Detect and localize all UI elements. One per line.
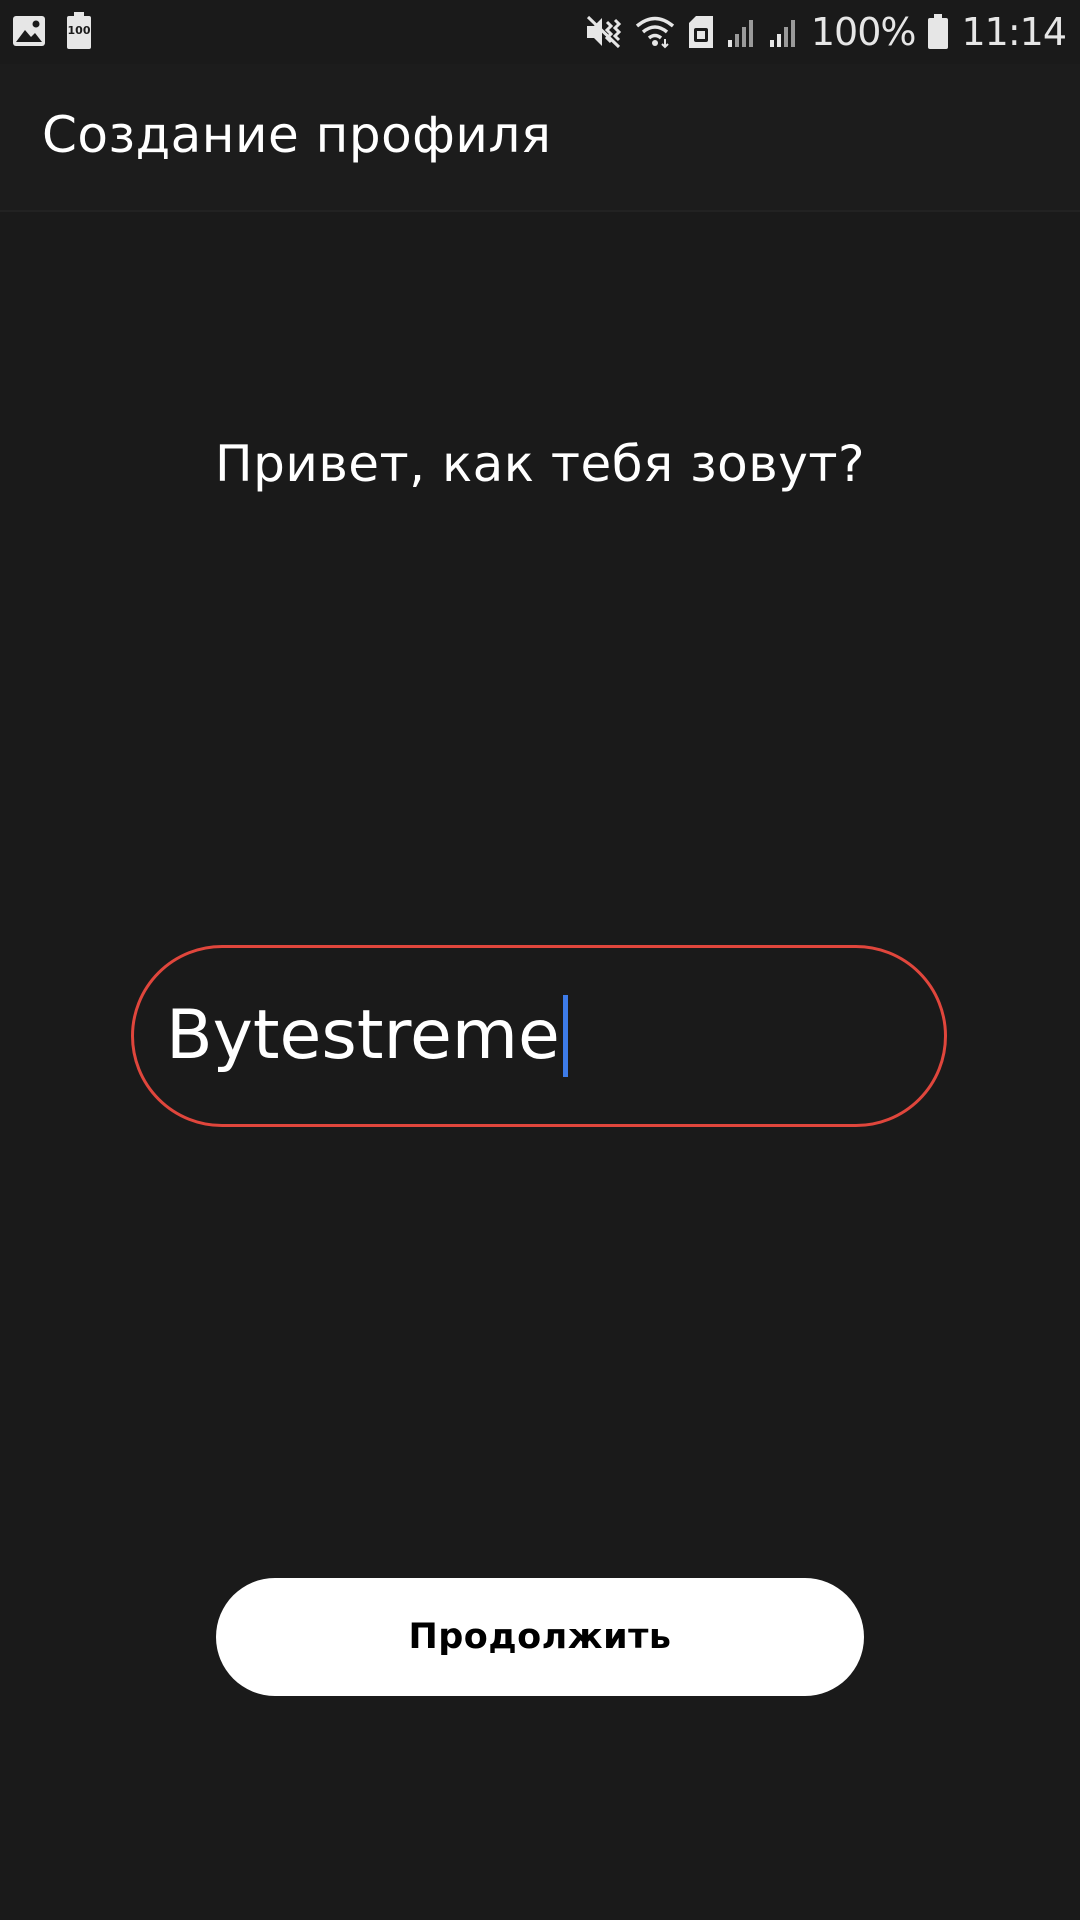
signal-2-icon: [769, 16, 799, 48]
name-input-value[interactable]: Bytestreme: [166, 994, 560, 1078]
signal-1-icon: [727, 16, 757, 48]
status-time: 11:14: [961, 10, 1067, 54]
name-input-value-wrapper[interactable]: Bytestreme: [166, 994, 568, 1078]
image-icon: [12, 15, 46, 47]
battery-saver-100-icon: 100: [66, 12, 92, 50]
mute-vibrate-icon: [585, 14, 623, 50]
greeting-prompt: Привет, как тебя зовут?: [214, 435, 865, 493]
battery-saver-label: 100: [67, 24, 91, 37]
name-input[interactable]: Bytestreme: [131, 945, 947, 1127]
status-left-icons: 100: [12, 12, 92, 50]
page-title: Создание профиля: [42, 106, 552, 164]
text-caret: [562, 995, 568, 1077]
battery-percent: 100%: [810, 10, 917, 54]
battery-icon: [927, 14, 949, 50]
app-bar: Создание профиля: [0, 64, 1080, 212]
wifi-icon: [635, 15, 675, 49]
sim-icon: [687, 15, 715, 49]
status-right-icons: 100% 11:14: [585, 8, 1067, 56]
continue-button[interactable]: Продолжить: [216, 1578, 864, 1696]
status-bar: 100 100% 11:14: [0, 0, 1080, 64]
